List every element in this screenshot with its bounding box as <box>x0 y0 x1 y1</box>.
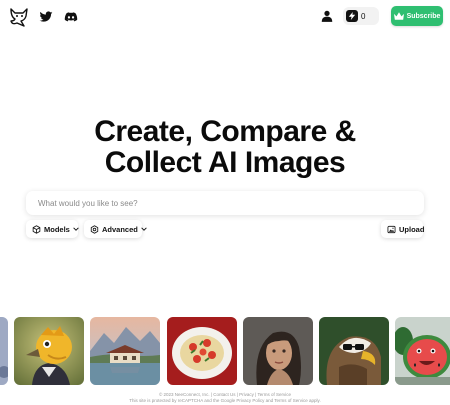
page-title: Create, Compare & Collect AI Images <box>0 116 450 178</box>
cube-icon <box>32 224 41 234</box>
top-bar: 0 Subscribe <box>0 0 450 34</box>
gallery-image[interactable] <box>14 317 84 385</box>
title-line-2: Collect AI Images <box>104 146 346 179</box>
crown-icon <box>393 12 404 20</box>
gallery-image[interactable] <box>167 317 237 385</box>
fox-logo-icon[interactable] <box>8 6 30 28</box>
gallery-image[interactable] <box>319 317 389 385</box>
gallery-image[interactable] <box>243 317 313 385</box>
twitter-icon[interactable] <box>39 10 53 24</box>
credits-count: 0 <box>361 11 366 21</box>
image-upload-icon <box>387 225 396 233</box>
upload-button[interactable]: Upload <box>381 220 425 238</box>
subscribe-label: Subscribe <box>406 12 441 20</box>
credits-badge[interactable]: 0 <box>343 7 379 25</box>
models-label: Models <box>44 224 70 234</box>
discord-icon[interactable] <box>64 10 78 24</box>
models-button[interactable]: Models <box>26 220 79 238</box>
image-gallery <box>0 317 450 385</box>
advanced-button[interactable]: Advanced <box>84 220 147 238</box>
gallery-image[interactable] <box>90 317 160 385</box>
chevron-down-icon <box>141 227 147 231</box>
settings-icon <box>90 224 99 234</box>
footer: © 2023 NeeConnect, Inc. | Contact Us | P… <box>0 392 450 404</box>
footer-recaptcha-notice: This site is protected by reCAPTCHA and … <box>129 398 321 403</box>
user-icon[interactable] <box>320 9 334 23</box>
upload-label: Upload <box>399 224 425 234</box>
subscribe-button[interactable]: Subscribe <box>391 6 443 26</box>
bolt-icon <box>346 10 358 22</box>
advanced-label: Advanced <box>102 224 138 234</box>
gallery-image[interactable] <box>0 317 8 385</box>
prompt-input[interactable] <box>36 197 414 209</box>
page: 0 Subscribe Create, Compare & Collect AI… <box>0 0 450 405</box>
prompt-search-box <box>26 191 424 215</box>
gallery-image[interactable] <box>395 317 450 385</box>
chevron-down-icon <box>73 227 79 231</box>
title-line-1: Create, Compare & <box>94 115 356 148</box>
